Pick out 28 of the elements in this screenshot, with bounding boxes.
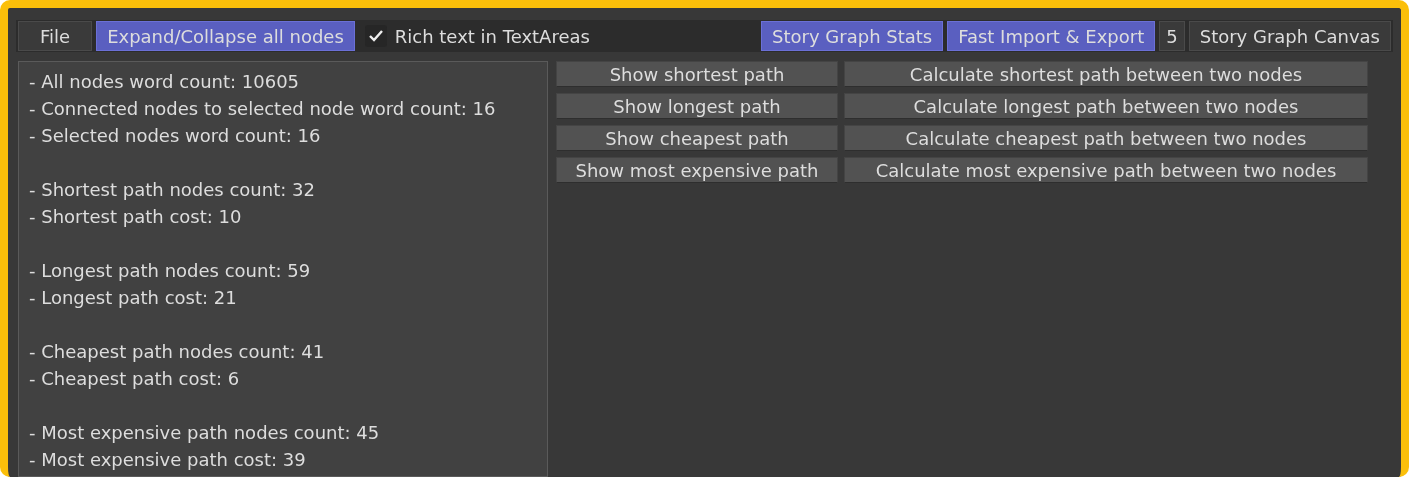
toolbar-button[interactable]: File [18, 21, 93, 51]
checkbox-label[interactable]: Rich text in TextAreas [394, 25, 590, 47]
toolbar-button[interactable]: Story Graph Stats [761, 21, 944, 51]
path-button[interactable]: Calculate cheapest path between two nodes [844, 125, 1368, 151]
path-button[interactable]: Calculate most expensive path between two nodes [844, 157, 1368, 183]
check-icon [367, 29, 384, 43]
toolbar-button[interactable]: Story Graph Canvas [1188, 21, 1391, 51]
stat-line: - Longest path cost: 21 [29, 286, 238, 310]
stat-line: - Cheapest path cost: 6 [29, 367, 241, 391]
stat-line: - Most expensive path cost: 39 [29, 448, 307, 472]
stat-line: - Most expensive path nodes count: 45 [29, 421, 381, 445]
path-button[interactable]: Show most expensive path [556, 157, 838, 183]
stat-line: - Shortest path nodes count: 32 [29, 178, 316, 202]
checkbox[interactable] [364, 25, 387, 47]
path-button[interactable]: Calculate longest path between two nodes [844, 93, 1368, 119]
path-button[interactable]: Show cheapest path [556, 125, 838, 151]
path-button[interactable]: Show shortest path [556, 61, 838, 87]
path-button[interactable]: Calculate shortest path between two nodes [844, 61, 1368, 87]
toolbar-button[interactable]: Expand/Collapse all nodes [96, 21, 355, 51]
stat-line: - Connected nodes to selected node word count: 16 [29, 97, 497, 121]
stat-line: - Longest path nodes count: 59 [29, 259, 312, 283]
count-label: 5 [1159, 21, 1185, 51]
path-button[interactable]: Show longest path [556, 93, 838, 119]
stat-line: - All nodes word count: 10605 [29, 70, 301, 94]
stat-line: - Cheapest path nodes count: 41 [29, 340, 326, 364]
toolbar-button[interactable]: Fast Import & Export [947, 21, 1156, 51]
stat-line: - Shortest path cost: 10 [29, 205, 243, 229]
stat-line: - Selected nodes word count: 16 [29, 124, 322, 148]
